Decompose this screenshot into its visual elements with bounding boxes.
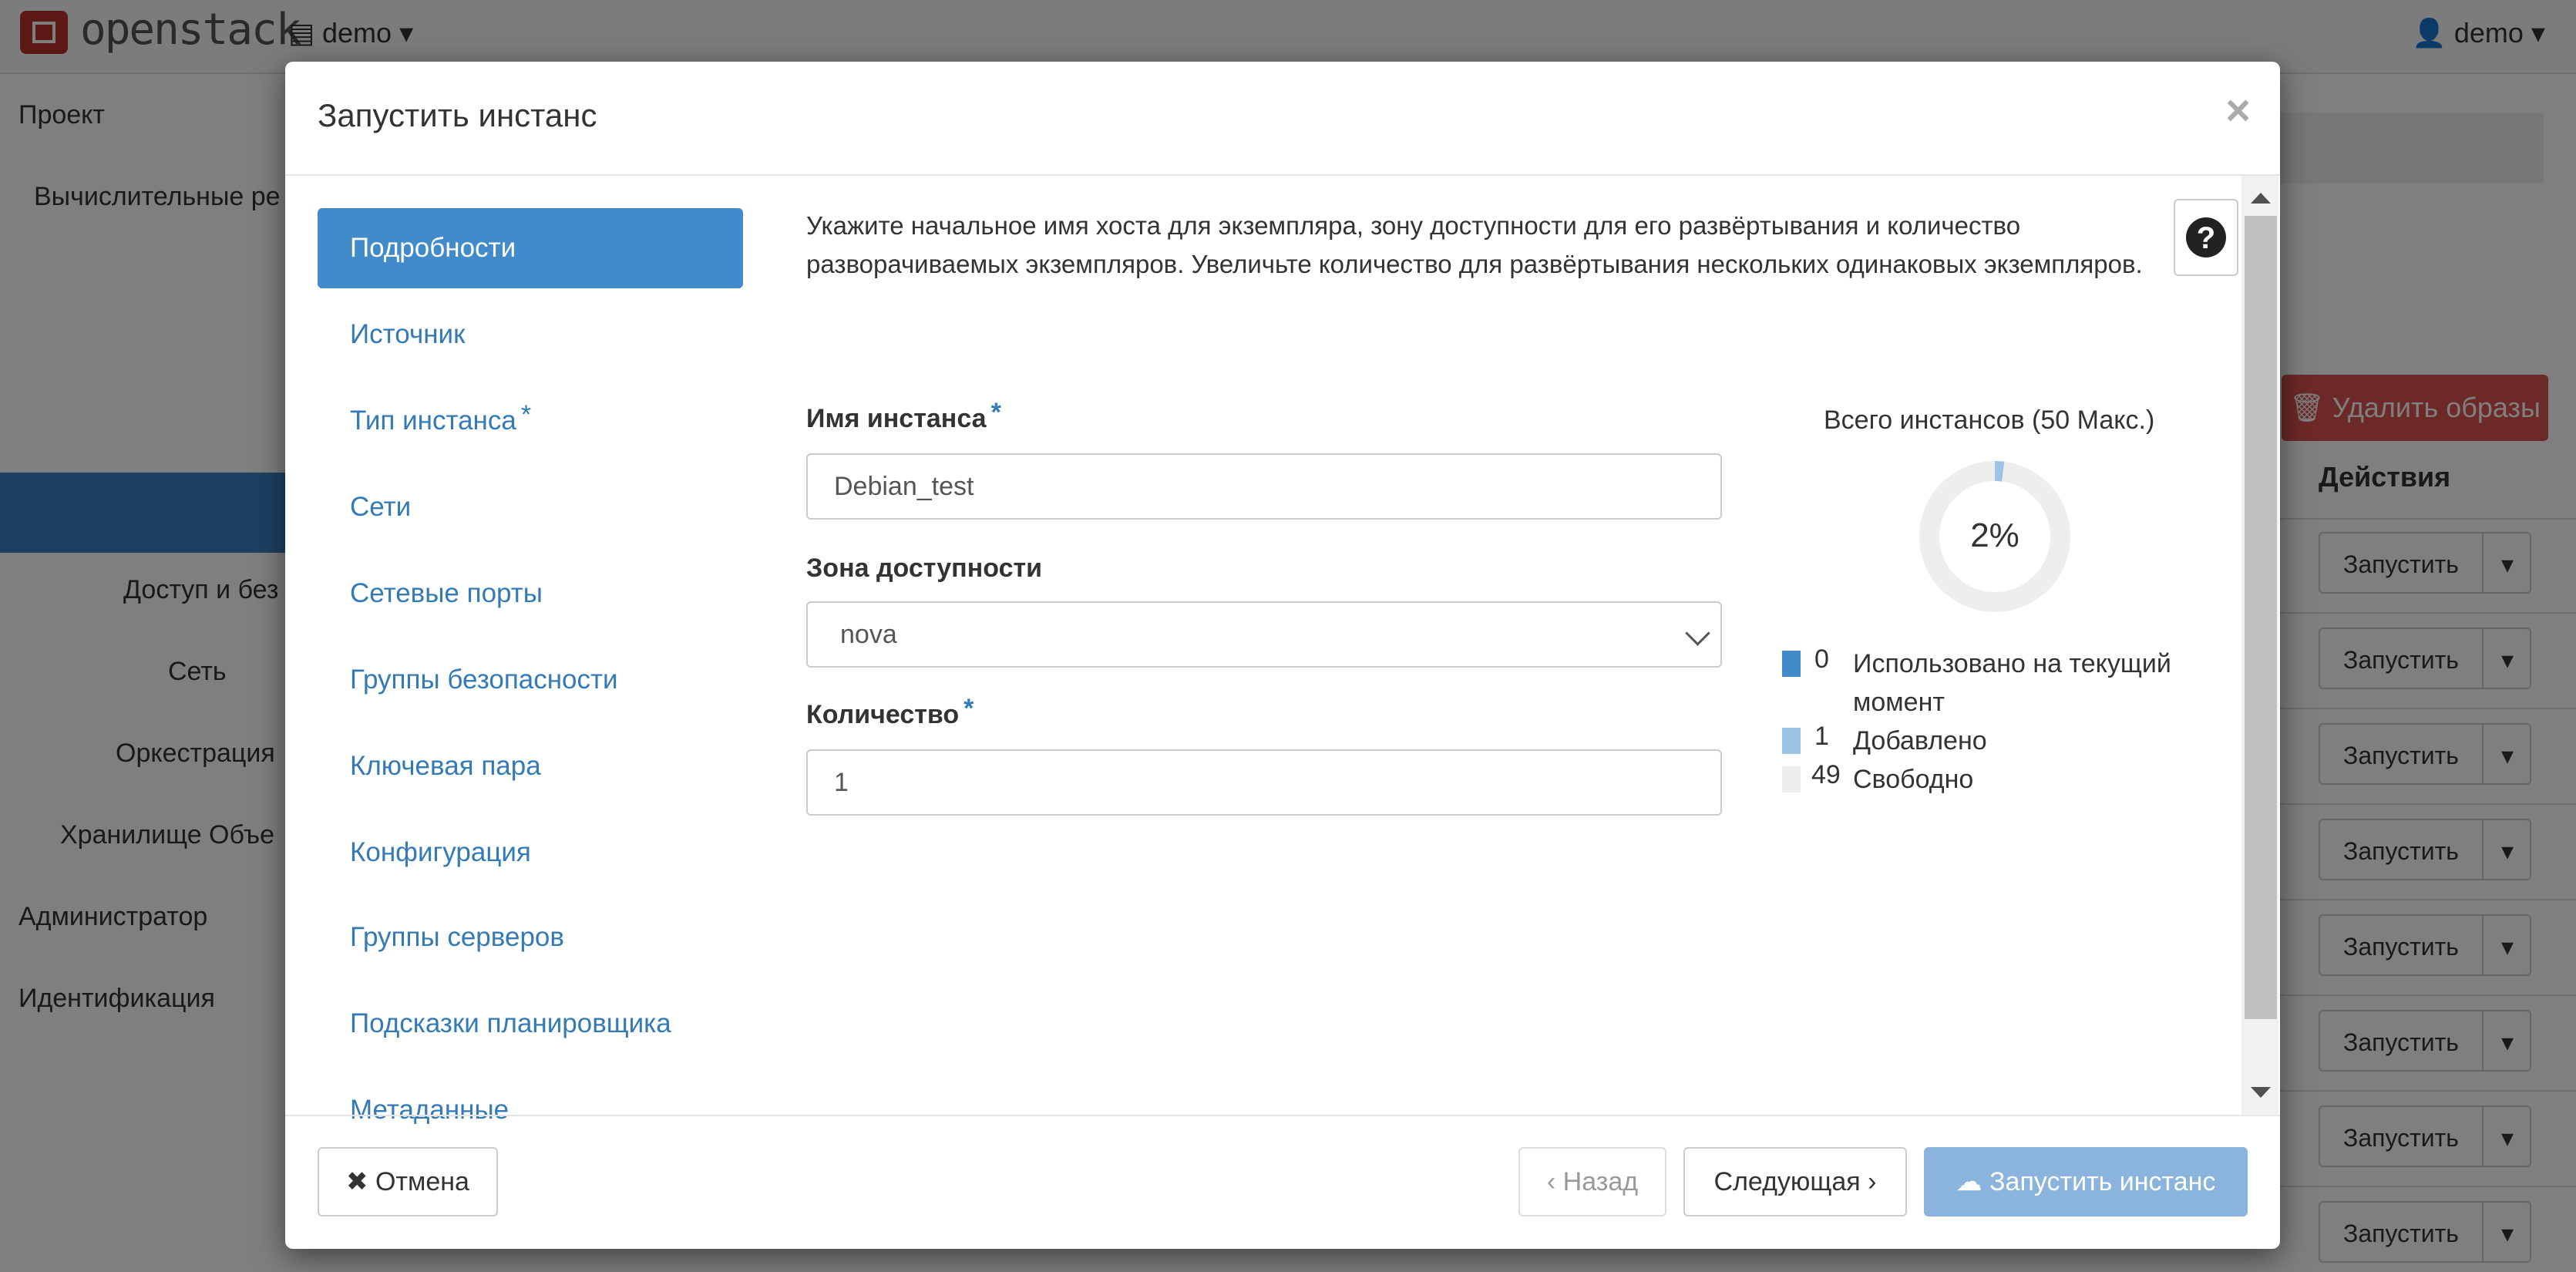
wizard-step-label: Сети (350, 492, 412, 522)
wizard-step-flavor[interactable]: Тип инстанса * (318, 381, 743, 461)
modal-footer: ✖ Отмена ‹ Назад Следующая › ☁ Запустить… (285, 1115, 2280, 1249)
wizard-step-configuration[interactable]: Конфигурация (318, 813, 743, 893)
availability-zone-select[interactable]: nova (806, 601, 1722, 668)
required-mark: * (990, 398, 1001, 427)
close-icon: ✖ (346, 1167, 375, 1196)
scroll-up-arrow-icon[interactable] (2251, 193, 2271, 204)
availability-zone-label: Зона доступности (806, 554, 1043, 583)
required-mark: * (520, 400, 532, 429)
launch-instance-button[interactable]: ☁ Запустить инстанс (1924, 1147, 2248, 1216)
legend-swatch (1782, 766, 1801, 792)
legend-swatch (1782, 728, 1801, 754)
instance-name-value: Debian_test (834, 472, 974, 501)
legend-value: 49 (1811, 760, 1841, 789)
wizard-step-scheduler-hints[interactable]: Подсказки планировщика (318, 984, 743, 1064)
wizard-step-label: Ключевая пара (350, 751, 541, 781)
step-description: Укажите начальное имя хоста для экземпля… (806, 211, 2143, 278)
chevron-down-icon (1685, 621, 1710, 646)
wizard-step-label: Группы безопасности (350, 665, 618, 695)
wizard-step-label: Источник (350, 319, 466, 349)
wizard-step-label: Подробности (350, 233, 516, 263)
wizard-step-label: Сетевые порты (350, 578, 543, 608)
modal-title: Запустить инстанс (318, 97, 597, 133)
chevron-right-icon: › (1860, 1167, 1877, 1196)
launch-instance-modal: Запустить инстанс × Подробности Источник… (285, 62, 2280, 1249)
cloud-upload-icon: ☁ (1956, 1167, 1990, 1196)
cancel-label: Отмена (375, 1167, 469, 1196)
required-mark: * (963, 694, 974, 723)
legend-label: Свободно (1853, 765, 1974, 794)
count-label: Количество * (806, 694, 974, 729)
wizard-step-server-groups[interactable]: Группы серверов (318, 897, 743, 978)
wizard-step-key-pair[interactable]: Ключевая пара (318, 726, 743, 806)
legend-value: 1 (1814, 722, 1829, 751)
wizard-step-network-ports[interactable]: Сетевые порты (318, 554, 743, 634)
next-button[interactable]: Следующая › (1683, 1147, 1907, 1216)
wizard-step-label: Конфигурация (350, 837, 531, 867)
count-input[interactable]: 1 (806, 749, 1722, 816)
scroll-down-arrow-icon[interactable] (2251, 1087, 2271, 1098)
cancel-button[interactable]: ✖ Отмена (318, 1147, 498, 1216)
quota-title: Всего инстансов (50 Макс.) (1824, 405, 2155, 435)
availability-zone-value: nova (840, 620, 897, 649)
wizard-step-security-groups[interactable]: Группы безопасности (318, 640, 743, 720)
count-value: 1 (834, 768, 849, 797)
back-button[interactable]: ‹ Назад (1518, 1147, 1666, 1216)
wizard-step-networks[interactable]: Сети (318, 467, 743, 547)
next-label: Следующая (1713, 1167, 1861, 1196)
chevron-left-icon: ‹ (1546, 1167, 1563, 1196)
legend-label: Использовано на текущий момент (1853, 649, 2171, 717)
wizard-step-label: Подсказки планировщика (350, 1008, 671, 1038)
back-label: Назад (1562, 1167, 1639, 1196)
legend-value: 0 (1814, 644, 1829, 674)
legend-label: Добавлено (1853, 726, 1987, 755)
modal-body: Подробности Источник Тип инстанса * Сети … (285, 176, 2280, 1125)
modal-scrollbar-thumb[interactable] (2245, 216, 2277, 1019)
modal-header: Запустить инстанс × (285, 62, 2280, 176)
question-circle-icon: ? (2186, 217, 2226, 257)
wizard-step-label: Тип инстанса (350, 405, 516, 436)
wizard-step-label: Группы серверов (350, 922, 564, 952)
wizard-step-source[interactable]: Источник (318, 294, 743, 375)
quota-percent: 2% (1970, 517, 2019, 554)
close-icon[interactable]: × (2225, 85, 2251, 135)
instance-name-label: Имя инстанса * (806, 398, 1001, 433)
help-button[interactable]: ? (2174, 199, 2238, 276)
instance-name-input[interactable]: Debian_test (806, 453, 1722, 520)
wizard-step-details[interactable]: Подробности (318, 208, 743, 288)
legend-swatch (1782, 651, 1801, 677)
launch-label: Запустить инстанс (1989, 1167, 2216, 1196)
